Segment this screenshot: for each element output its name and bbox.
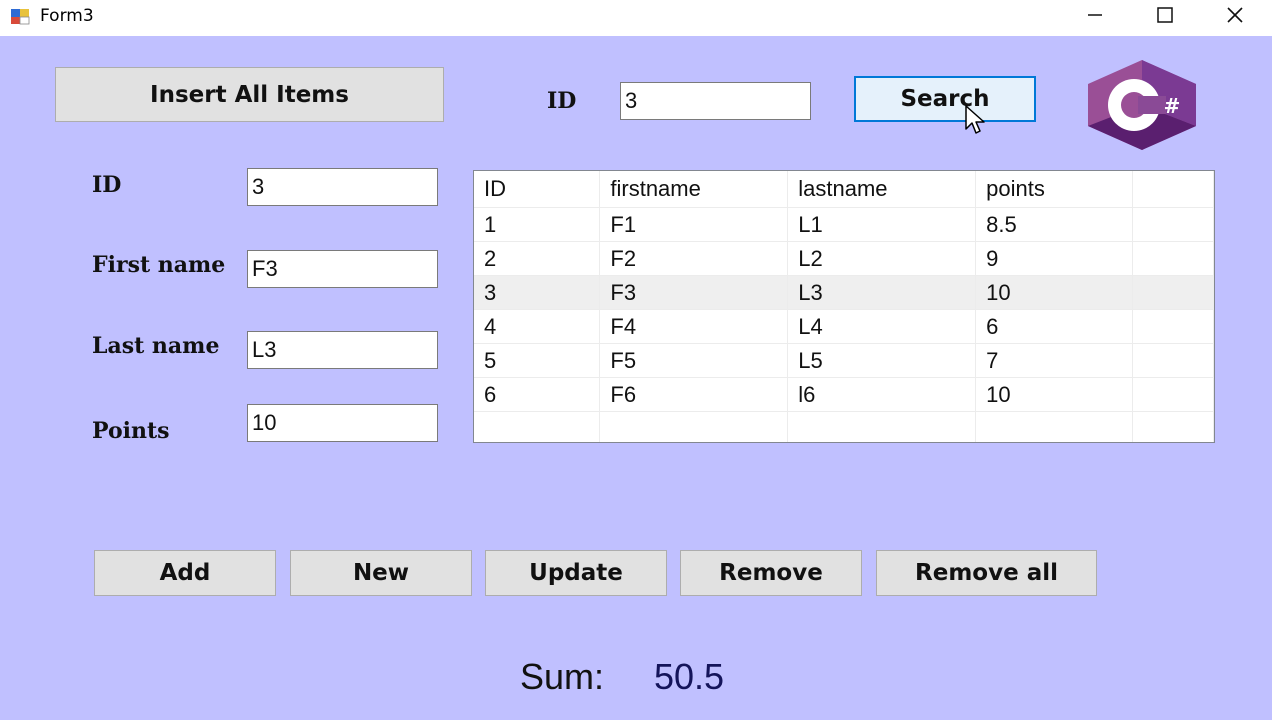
cell-id[interactable]: 4 [474,309,601,344]
last-name-input[interactable] [247,331,438,369]
cell-id[interactable]: 3 [474,275,601,310]
search-button[interactable]: Search [854,76,1036,122]
add-button[interactable]: Add [94,550,276,596]
maximize-button[interactable] [1130,0,1200,30]
cell-points[interactable]: 10 [975,275,1134,310]
first-name-label: First name [92,252,226,278]
cell-points[interactable]: 6 [975,309,1134,344]
minimize-icon [1088,14,1102,16]
remove-button[interactable]: Remove [680,550,862,596]
grid-table: ID firstname lastname points 1 F1 L1 8.5… [474,171,1214,442]
app-icon [11,9,30,25]
cell-points[interactable]: 7 [975,343,1134,378]
cell-points[interactable]: 8.5 [975,207,1134,242]
window-edge [1272,36,1280,720]
column-header-id[interactable]: ID [474,171,601,208]
table-row-selected[interactable]: 3 F3 L3 10 [474,275,1214,310]
cell-empty[interactable] [474,411,601,442]
cell-filler [1132,309,1214,344]
update-button[interactable]: Update [485,550,667,596]
cell-filler [1132,377,1214,412]
mouse-cursor-icon [965,105,985,134]
data-grid[interactable]: ID firstname lastname points 1 F1 L1 8.5… [473,170,1215,443]
cell-lastname[interactable]: L3 [787,275,977,310]
cell-id[interactable]: 1 [474,207,601,242]
cell-filler [1132,411,1214,442]
cell-lastname[interactable]: l6 [787,377,977,412]
sum-label: Sum: [520,656,605,697]
search-id-label: ID [547,88,577,114]
cell-filler [1132,275,1214,310]
first-name-input[interactable] [247,250,438,288]
search-id-input[interactable] [620,82,811,120]
maximize-icon [1157,7,1173,23]
table-row[interactable]: 2 F2 L2 9 [474,241,1214,276]
cell-firstname[interactable]: F3 [599,275,789,310]
column-header-points[interactable]: points [975,171,1134,208]
csharp-logo: # [1088,60,1196,150]
remove-all-button[interactable]: Remove all [876,550,1097,596]
cell-lastname[interactable]: L5 [787,343,977,378]
cell-firstname[interactable]: F1 [599,207,789,242]
table-row[interactable]: 6 F6 l6 10 [474,377,1214,412]
grid-header-row: ID firstname lastname points [474,171,1214,208]
cell-lastname[interactable]: L1 [787,207,977,242]
new-button[interactable]: New [290,550,472,596]
table-row[interactable]: 1 F1 L1 8.5 [474,207,1214,242]
title-bar: Form3 [0,0,1280,36]
svg-text:#: # [1164,94,1181,118]
cell-firstname[interactable]: F5 [599,343,789,378]
cell-empty[interactable] [599,411,789,442]
minimize-button[interactable] [1060,0,1130,30]
column-header-lastname[interactable]: lastname [787,171,977,208]
cell-points[interactable]: 9 [975,241,1134,276]
last-name-label: Last name [92,333,220,359]
window-title: Form3 [40,6,94,26]
id-input[interactable] [247,168,438,206]
insert-all-items-button[interactable]: Insert All Items [55,67,444,122]
points-label: Points [92,418,170,444]
cell-filler [1132,343,1214,378]
table-row[interactable]: 4 F4 L4 6 [474,309,1214,344]
cell-firstname[interactable]: F6 [599,377,789,412]
cell-points[interactable]: 10 [975,377,1134,412]
table-row[interactable]: 5 F5 L5 7 [474,343,1214,378]
id-label: ID [92,172,122,198]
points-input[interactable] [247,404,438,442]
column-header-filler [1132,171,1214,208]
cell-firstname[interactable]: F4 [599,309,789,344]
close-icon [1227,7,1243,23]
column-header-firstname[interactable]: firstname [599,171,789,208]
cell-lastname[interactable]: L2 [787,241,977,276]
close-button[interactable] [1200,0,1270,30]
cell-id[interactable]: 5 [474,343,601,378]
table-row-new[interactable] [474,411,1214,442]
cell-empty[interactable] [787,411,977,442]
cell-id[interactable]: 2 [474,241,601,276]
cell-empty[interactable] [975,411,1134,442]
cell-lastname[interactable]: L4 [787,309,977,344]
sum-value: 50.5 [654,656,725,697]
cell-id[interactable]: 6 [474,377,601,412]
cell-filler [1132,207,1214,242]
cell-firstname[interactable]: F2 [599,241,789,276]
cell-filler [1132,241,1214,276]
